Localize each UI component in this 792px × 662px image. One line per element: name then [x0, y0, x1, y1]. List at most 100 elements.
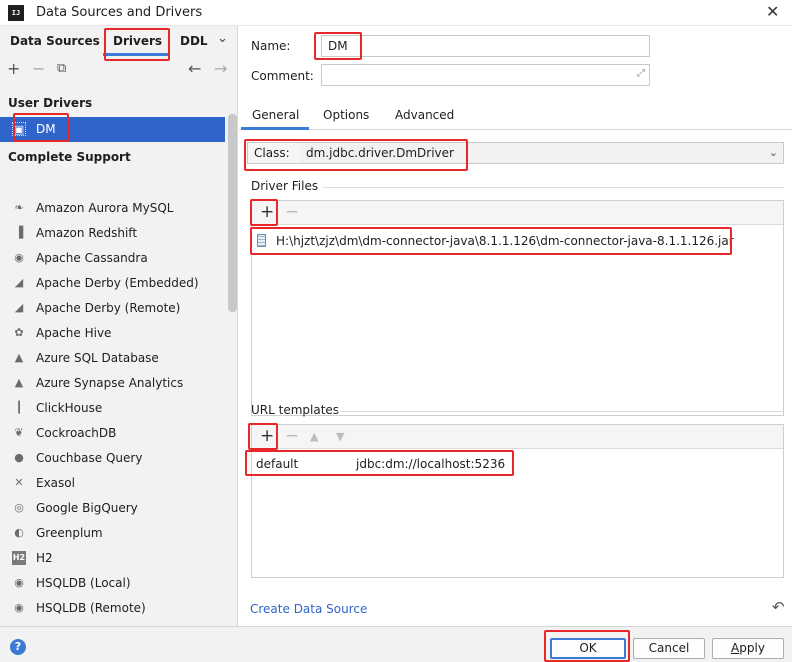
- driver-item[interactable]: ✿ Apache Hive: [0, 321, 225, 346]
- comment-field[interactable]: ⤢: [321, 64, 650, 86]
- back-arrow-icon[interactable]: ←: [188, 59, 201, 78]
- tab-drivers[interactable]: Drivers: [113, 34, 162, 48]
- hat-icon: ◢: [14, 276, 24, 289]
- class-value: dm.jdbc.driver.DmDriver: [300, 143, 782, 163]
- driver-item-label: Apache Derby (Remote): [36, 301, 181, 315]
- apply-button[interactable]: Apply: [712, 638, 784, 659]
- driver-item[interactable]: H2 H2: [0, 546, 225, 571]
- complete-support-header: Complete Support: [8, 150, 131, 164]
- driver-item-label: HSQLDB (Local): [36, 576, 131, 590]
- active-tab-indicator: [103, 53, 169, 56]
- cancel-button[interactable]: Cancel: [633, 638, 705, 659]
- apply-label-rest: pply: [739, 641, 765, 655]
- chevron-down-icon[interactable]: ⌄: [217, 31, 228, 46]
- create-data-source-link[interactable]: Create Data Source: [250, 602, 367, 616]
- driver-item-label: HSQLDB (Remote): [36, 601, 146, 615]
- help-icon[interactable]: ?: [10, 639, 26, 655]
- driver-item[interactable]: ◢ Apache Derby (Embedded): [0, 271, 225, 296]
- cockroach-icon: ❦: [14, 426, 24, 439]
- divider: [323, 187, 784, 188]
- driver-item[interactable]: ▲ Azure Synapse Analytics: [0, 371, 225, 396]
- azure-icon: ▲: [14, 376, 24, 389]
- right-panel: Name: DM Comment: ⤢ General Options Adva…: [239, 26, 792, 626]
- driver-item[interactable]: ▐ Amazon Redshift: [0, 221, 225, 246]
- driver-item[interactable]: ❦ CockroachDB: [0, 421, 225, 446]
- class-combobox[interactable]: Class: dm.jdbc.driver.DmDriver ⌄: [247, 142, 784, 164]
- tab-advanced[interactable]: Advanced: [395, 108, 454, 122]
- left-panel: Data Sources Drivers DDL ⌄ + − ⧉ ← → Use…: [0, 26, 238, 626]
- magnifier-icon: ◎: [14, 501, 24, 514]
- azure-icon: ▲: [14, 351, 24, 364]
- driver-files-toolbar: + −: [252, 201, 783, 225]
- bars-icon: ┃: [15, 401, 23, 414]
- driver-item-label: Google BigQuery: [36, 501, 138, 515]
- jar-file-icon: [257, 234, 266, 247]
- duplicate-icon[interactable]: ⧉: [57, 61, 66, 76]
- move-down-icon[interactable]: ▼: [336, 430, 344, 443]
- driver-files-panel: + − H:\hjzt\zjz\dm\dm-connector-java\8.1…: [251, 200, 784, 416]
- driver-item[interactable]: ▲ Azure SQL Database: [0, 346, 225, 371]
- divider: [337, 411, 784, 412]
- driver-item[interactable]: ◉ Apache Cassandra: [0, 246, 225, 271]
- couchbase-icon: ●: [14, 451, 24, 464]
- move-up-icon[interactable]: ▲: [310, 430, 318, 443]
- remove-icon[interactable]: −: [32, 59, 45, 78]
- driver-item[interactable]: ◉ HSQLDB (Remote): [0, 596, 225, 621]
- driver-chip-icon: ▣: [12, 122, 26, 136]
- close-icon[interactable]: ✕: [766, 2, 779, 21]
- greenplum-icon: ◐: [14, 526, 24, 539]
- driver-item[interactable]: ✕ Exasol: [0, 471, 225, 496]
- user-drivers-header: User Drivers: [8, 96, 93, 110]
- chevron-down-icon[interactable]: ⌄: [769, 146, 778, 159]
- ok-button[interactable]: OK: [550, 638, 626, 659]
- driver-item-label: CockroachDB: [36, 426, 117, 440]
- expand-icon[interactable]: ⤢: [637, 68, 645, 79]
- hsqldb-icon: ◉: [14, 576, 24, 589]
- driver-item-label: DM: [36, 122, 56, 136]
- driver-item-label: Azure SQL Database: [36, 351, 159, 365]
- url-templates-title: URL templates: [251, 403, 340, 417]
- h2-icon: H2: [12, 551, 26, 565]
- hat-icon: ◢: [14, 301, 24, 314]
- driver-item[interactable]: ● Couchbase Query: [0, 446, 225, 471]
- driver-item-label: Apache Cassandra: [36, 251, 148, 265]
- driver-item[interactable]: ◎ Google BigQuery: [0, 496, 225, 521]
- driver-item-label: ClickHouse: [36, 401, 103, 415]
- driver-files-title: Driver Files: [251, 179, 319, 193]
- remove-file-icon[interactable]: −: [285, 202, 299, 222]
- driver-item[interactable]: ┃ ClickHouse: [0, 396, 225, 421]
- revert-icon[interactable]: ↶: [772, 598, 785, 616]
- remove-template-icon[interactable]: −: [285, 426, 299, 446]
- tab-ddl[interactable]: DDL: [180, 34, 208, 48]
- driver-item-label: Couchbase Query: [36, 451, 143, 465]
- url-templates-panel: + − ▲ ▼ default jdbc:dm://localhost:5236: [251, 424, 784, 578]
- driver-item-label: H2: [36, 551, 53, 565]
- left-toolbar: + − ⧉ ← →: [0, 58, 237, 82]
- name-field[interactable]: DM: [321, 35, 650, 57]
- driver-file-row[interactable]: H:\hjzt\zjz\dm\dm-connector-java\8.1.1.1…: [252, 229, 783, 253]
- forward-arrow-icon[interactable]: →: [214, 59, 227, 78]
- driver-item-dm[interactable]: ▣ DM: [0, 117, 225, 142]
- add-file-icon[interactable]: +: [260, 202, 274, 222]
- add-icon[interactable]: +: [7, 59, 20, 78]
- driver-item-label: Amazon Aurora MySQL: [36, 201, 174, 215]
- url-template-row[interactable]: default jdbc:dm://localhost:5236: [252, 453, 783, 475]
- driver-item[interactable]: ◉ HSQLDB (Local): [0, 571, 225, 596]
- window-title: Data Sources and Drivers: [36, 5, 203, 20]
- tab-general[interactable]: General: [252, 108, 299, 122]
- tab-options[interactable]: Options: [323, 108, 369, 122]
- driver-item-label: Azure Synapse Analytics: [36, 376, 184, 390]
- driver-item[interactable]: ◐ Greenplum: [0, 521, 225, 546]
- driver-item[interactable]: ◢ Apache Derby (Remote): [0, 296, 225, 321]
- bottom-bar: ? OK Cancel Apply: [0, 626, 792, 662]
- driver-item-label: Amazon Redshift: [36, 226, 138, 240]
- url-templates-toolbar: + − ▲ ▼: [252, 425, 783, 449]
- add-template-icon[interactable]: +: [260, 426, 274, 446]
- left-tabs: Data Sources Drivers DDL ⌄: [0, 26, 237, 56]
- class-label: Class:: [254, 146, 290, 160]
- tab-data-sources[interactable]: Data Sources: [10, 34, 100, 48]
- app-icon: IJ: [8, 5, 24, 21]
- scrollbar[interactable]: [228, 114, 237, 312]
- driver-item-label: Apache Hive: [36, 326, 112, 340]
- driver-item[interactable]: ❧ Amazon Aurora MySQL: [0, 196, 225, 221]
